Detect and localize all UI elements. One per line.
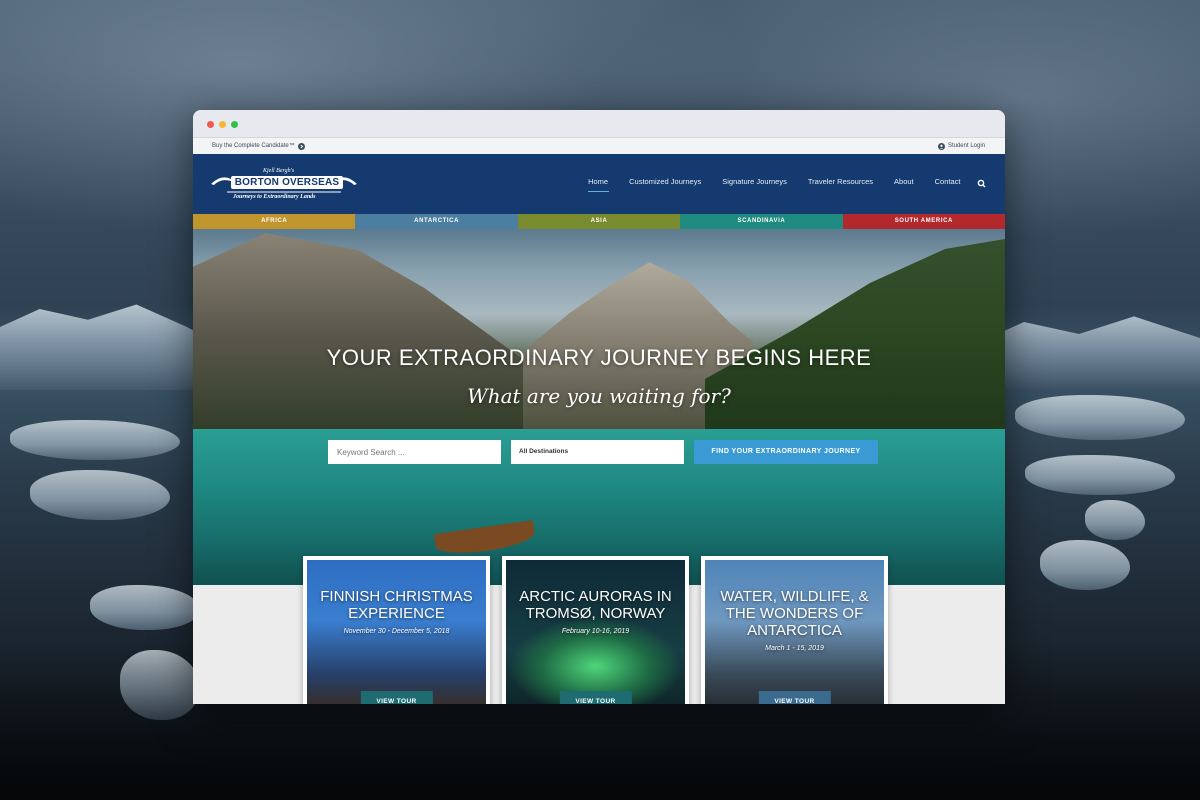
ice-floe	[1085, 500, 1145, 540]
site-logo[interactable]: Kjell Bergh's BORTON OVERSEAS Journeys t…	[209, 162, 359, 206]
minimize-window-button[interactable]	[219, 121, 226, 128]
browser-chrome	[193, 110, 1005, 138]
search-icon	[977, 179, 986, 188]
student-login-label: Student Login	[947, 143, 985, 149]
region-antarctica[interactable]: ANTARCTICA	[355, 214, 518, 229]
nav-item-traveler-resources[interactable]: Traveler Resources	[797, 154, 883, 214]
promo-link[interactable]: Buy the Complete Candidate™	[212, 142, 305, 150]
region-bar: AFRICA ANTARCTICA ASIA SCANDINAVIA SOUTH…	[193, 214, 1005, 229]
ice-floe	[1040, 540, 1130, 590]
tour-card[interactable]: WATER, WILDLIFE, & THE WONDERS OF ANTARC…	[701, 556, 888, 704]
tour-date: March 1 - 15, 2019	[765, 645, 824, 652]
find-journey-button[interactable]: FIND YOUR EXTRAORDINARY JOURNEY	[694, 440, 878, 464]
logo-small-text: Kjell Bergh's	[263, 168, 295, 174]
tour-date: February 10-16, 2019	[561, 628, 630, 635]
view-tour-button[interactable]: VIEW TOUR	[559, 691, 632, 704]
tour-card[interactable]: ARCTIC AURORAS IN TROMSØ, NORWAY Februar…	[502, 556, 689, 704]
view-tour-button[interactable]: VIEW TOUR	[360, 691, 433, 704]
nav-item-contact[interactable]: Contact	[924, 154, 971, 214]
main-nav: Home Customized Journeys Signature Journ…	[578, 154, 989, 214]
ice-floe	[90, 585, 200, 630]
keyword-search-input[interactable]	[328, 440, 501, 464]
ice-floe	[30, 470, 170, 520]
nav-item-signature-journeys[interactable]: Signature Journeys	[712, 154, 798, 214]
tour-title: ARCTIC AURORAS IN TROMSØ, NORWAY	[519, 588, 672, 622]
region-south-america[interactable]: SOUTH AMERICA	[842, 214, 1005, 229]
nav-item-customized-journeys[interactable]: Customized Journeys	[619, 154, 712, 214]
logo-tagline: Journeys to Extraordinary Lands	[233, 194, 316, 200]
destination-select-value: All Destinations	[519, 448, 569, 455]
browser-window: Buy the Complete Candidate™ Student Logi…	[193, 110, 1005, 704]
background-mountain-right	[980, 316, 1200, 390]
featured-tours: FINNISH CHRISTMAS EXPERIENCE November 30…	[303, 556, 888, 704]
nav-item-about[interactable]: About	[884, 154, 925, 214]
close-window-button[interactable]	[207, 121, 214, 128]
hero-subheadline: What are you waiting for?	[467, 384, 731, 408]
hero-headline: YOUR EXTRAORDINARY JOURNEY BEGINS HERE	[326, 345, 872, 370]
ice-floe	[1025, 455, 1175, 495]
journey-search-form: All Destinations FIND YOUR EXTRAORDINARY…	[328, 440, 878, 464]
hero-section: YOUR EXTRAORDINARY JOURNEY BEGINS HERE W…	[193, 229, 1005, 586]
student-login-link[interactable]: Student Login	[937, 142, 985, 150]
site-header: Kjell Bergh's BORTON OVERSEAS Journeys t…	[193, 154, 1005, 214]
background-mountain-left	[0, 304, 220, 390]
tour-title: FINNISH CHRISTMAS EXPERIENCE	[320, 588, 473, 622]
logo-name: BORTON OVERSEAS	[231, 176, 343, 189]
user-icon	[937, 142, 945, 150]
nav-item-home[interactable]: Home	[578, 154, 619, 214]
tour-title: WATER, WILDLIFE, & THE WONDERS OF ANTARC…	[720, 588, 869, 639]
maximize-window-button[interactable]	[231, 121, 238, 128]
region-asia[interactable]: ASIA	[517, 214, 681, 229]
ice-floe	[1015, 395, 1185, 440]
view-tour-button[interactable]: VIEW TOUR	[758, 691, 831, 704]
region-africa[interactable]: AFRICA	[193, 214, 356, 229]
arrow-circle-icon	[297, 142, 305, 150]
promo-link-label: Buy the Complete Candidate™	[212, 143, 295, 149]
tour-date: November 30 - December 5, 2018	[343, 628, 450, 635]
tour-card[interactable]: FINNISH CHRISTMAS EXPERIENCE November 30…	[303, 556, 490, 704]
utility-bar: Buy the Complete Candidate™ Student Logi…	[193, 138, 1005, 154]
ice-floe	[10, 420, 180, 460]
destination-select[interactable]: All Destinations	[511, 440, 684, 464]
search-button[interactable]	[975, 177, 989, 191]
hero-forest-right	[705, 239, 1005, 439]
region-scandinavia[interactable]: SCANDINAVIA	[680, 214, 843, 229]
